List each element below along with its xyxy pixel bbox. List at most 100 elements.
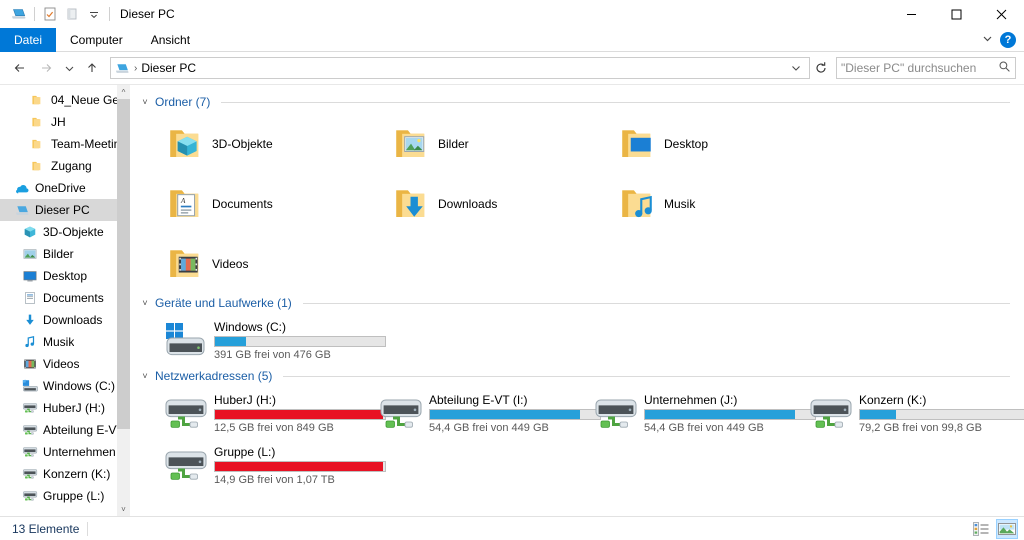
sidebar-item-desktop[interactable]: Desktop: [0, 265, 130, 287]
sidebar-item-onedrive[interactable]: OneDrive: [0, 177, 130, 199]
drive-usage-meter: [859, 409, 1024, 420]
chevron-down-icon[interactable]: ˅: [140, 371, 150, 381]
breadcrumb[interactable]: Dieser PC: [141, 61, 196, 75]
folder-tile[interactable]: Videos: [140, 234, 366, 294]
drive-tile[interactable]: Windows (C:) 391 GB frei von 476 GB: [140, 315, 386, 367]
sidebar-item-3d-objekte[interactable]: 3D-Objekte: [0, 221, 130, 243]
sidebar-item-downloads[interactable]: Downloads: [0, 309, 130, 331]
drive-free-label: 391 GB frei von 476 GB: [214, 349, 331, 361]
address-right-controls: [787, 58, 805, 78]
sidebar-item-dieser-pc[interactable]: Dieser PC: [0, 199, 130, 221]
folder-tile-label: Downloads: [438, 197, 498, 211]
title-bar: Dieser PC: [0, 0, 1024, 28]
details-view-button[interactable]: [970, 519, 992, 539]
recent-locations-button[interactable]: [60, 56, 78, 80]
up-button[interactable]: [80, 56, 104, 80]
folder-tile[interactable]: A Documents: [140, 174, 366, 234]
sidebar-item-documents[interactable]: Documents: [0, 287, 130, 309]
scrollbar-thumb[interactable]: [117, 99, 130, 429]
drive-tile[interactable]: Konzern (K:) 79,2 GB frei von 99,8 GB: [785, 388, 1024, 440]
sidebar-item-bilder[interactable]: Bilder: [0, 243, 130, 265]
music-icon: [22, 334, 38, 350]
properties-icon[interactable]: [39, 3, 61, 25]
folder-icon: [30, 92, 46, 108]
back-button[interactable]: [8, 56, 32, 80]
sidebar-item-gruppe-l[interactable]: Gruppe (L:): [0, 485, 130, 507]
quick-access-toolbar: Dieser PC: [0, 3, 175, 25]
network-drive-icon: [22, 400, 38, 416]
maximize-button[interactable]: [934, 0, 979, 28]
chevron-down-icon[interactable]: [83, 3, 105, 25]
address-path-box[interactable]: › Dieser PC: [110, 57, 810, 79]
folder-tile[interactable]: 3D-Objekte: [140, 114, 366, 174]
navigation-list: 04_Neue Geschä JH Team-Meeting Zugang OneDri…: [0, 89, 130, 507]
sidebar-item-label: Zugang: [51, 159, 92, 173]
folder-downloads-icon: [390, 182, 430, 226]
folder-tile[interactable]: Downloads: [366, 174, 592, 234]
sidebar-item-label: OneDrive: [35, 181, 86, 195]
drive-tile[interactable]: Gruppe (L:) 14,9 GB frei von 1,07 TB: [140, 440, 386, 492]
sidebar-item-videos[interactable]: Videos: [0, 353, 130, 375]
search-box[interactable]: "Dieser PC" durchsuchen: [836, 57, 1016, 79]
folder-tile[interactable]: Musik: [592, 174, 818, 234]
sidebar-item-jh[interactable]: JH: [0, 111, 130, 133]
search-icon[interactable]: [998, 60, 1011, 76]
search-input[interactable]: "Dieser PC" durchsuchen: [841, 61, 998, 75]
drive-info: Konzern (K:) 79,2 GB frei von 99,8 GB: [859, 390, 1024, 434]
sidebar-scrollbar[interactable]: ^ ˅: [117, 85, 130, 516]
items-view[interactable]: ˅ Ordner (7) 3D-Objekte Bilder Desktop A Docum…: [130, 85, 1024, 516]
documents-icon: [22, 290, 38, 306]
close-button[interactable]: [979, 0, 1024, 28]
group-header[interactable]: ˅ Netzwerkadressen (5): [140, 367, 1014, 385]
sidebar-item-windows-c[interactable]: Windows (C:): [0, 375, 130, 397]
forward-button[interactable]: [34, 56, 58, 80]
harddisk-icon: [22, 378, 38, 394]
folder-tile-label: Videos: [212, 257, 249, 271]
tab-computer[interactable]: Computer: [56, 28, 137, 52]
sidebar-item-unternehmen-j[interactable]: Unternehmen (J:): [0, 441, 130, 463]
chevron-down-icon[interactable]: [981, 32, 994, 48]
chevron-down-icon[interactable]: ˅: [117, 502, 130, 516]
large-icons-view-button[interactable]: [996, 518, 1018, 539]
tab-datei[interactable]: Datei: [0, 28, 57, 52]
folder-tile-label: 3D-Objekte: [212, 137, 273, 151]
ribbon-right-controls: ?: [981, 28, 1024, 51]
toolbar-divider-2: [109, 7, 110, 21]
chevron-down-icon[interactable]: [787, 58, 805, 78]
folder-tile[interactable]: Bilder: [366, 114, 592, 174]
minimize-button[interactable]: [889, 0, 934, 28]
group-header[interactable]: ˅ Ordner (7): [140, 93, 1014, 111]
downloads-icon: [22, 312, 38, 328]
local-disk-icon: [164, 321, 208, 365]
folder-tile-label: Desktop: [664, 137, 709, 151]
sidebar-item-abteilung-e-vt[interactable]: Abteilung E-VT (: [0, 419, 130, 441]
sidebar-item-konzern-k[interactable]: Konzern (K:): [0, 463, 130, 485]
folder-icon: [30, 136, 46, 152]
window-controls: [889, 0, 1024, 28]
drive-tile[interactable]: Unternehmen (J:) 54,4 GB frei von 449 GB: [570, 388, 816, 440]
sidebar-item-musik[interactable]: Musik: [0, 331, 130, 353]
drive-tile[interactable]: HuberJ (H:) 12,5 GB frei von 849 GB: [140, 388, 386, 440]
chevron-up-icon[interactable]: ^: [117, 85, 130, 99]
pc-icon[interactable]: [8, 3, 30, 25]
help-button[interactable]: ?: [1000, 31, 1016, 48]
group-header[interactable]: ˅ Geräte und Laufwerke (1): [140, 294, 1014, 312]
group-title: Geräte und Laufwerke (1): [155, 296, 292, 310]
chevron-down-icon[interactable]: ˅: [140, 97, 150, 107]
sidebar-item-huberj-h[interactable]: HuberJ (H:): [0, 397, 130, 419]
sidebar-item-team-meeting[interactable]: Team-Meeting: [0, 133, 130, 155]
drive-usage-meter: [214, 336, 386, 347]
folder-tile[interactable]: Desktop: [592, 114, 818, 174]
folder-desktop-icon: [616, 122, 656, 166]
chevron-down-icon[interactable]: ˅: [140, 298, 150, 308]
new-folder-icon[interactable]: [61, 3, 83, 25]
sidebar-item-zugang[interactable]: Zugang: [0, 155, 130, 177]
tab-ansicht[interactable]: Ansicht: [137, 28, 204, 52]
group-divider: [302, 302, 1010, 304]
sidebar-item-04-neue-gesch[interactable]: 04_Neue Geschä: [0, 89, 130, 111]
pc-icon: [14, 202, 30, 218]
drive-usage-fill: [215, 337, 246, 346]
group-items: HuberJ (H:) 12,5 GB frei von 849 GB Abteil…: [140, 388, 1024, 492]
drive-tile[interactable]: Abteilung E-VT (I:) 54,4 GB frei von 449 …: [355, 388, 601, 440]
refresh-button[interactable]: [812, 58, 830, 78]
